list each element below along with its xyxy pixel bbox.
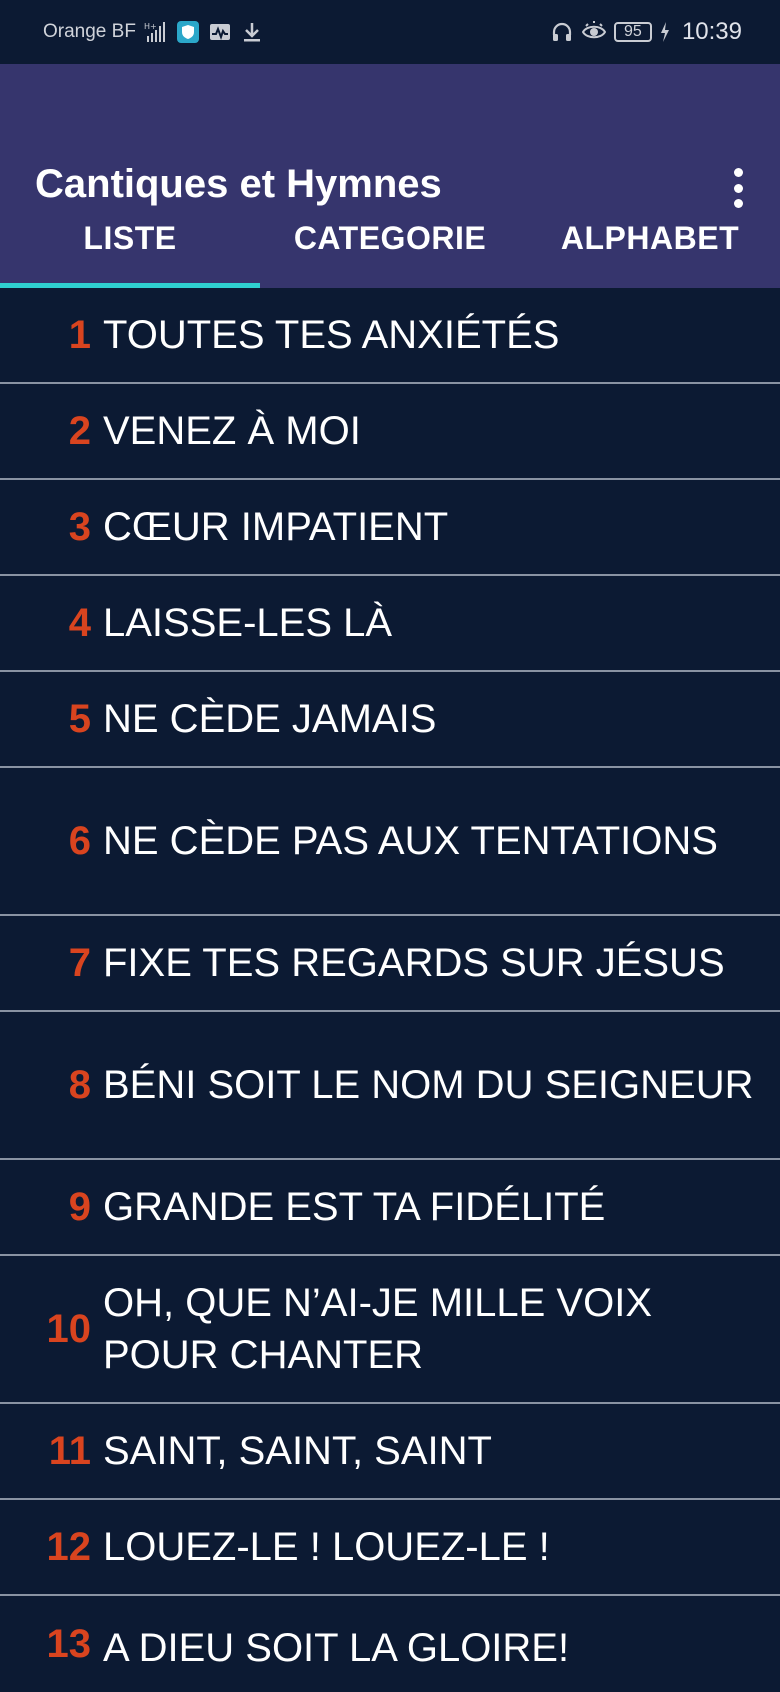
list-item[interactable]: 11 SAINT, SAINT, SAINT — [0, 1404, 780, 1500]
hymn-number: 2 — [68, 408, 91, 453]
hymn-number: 7 — [68, 940, 91, 985]
hymn-title: LOUEZ-LE ! LOUEZ-LE ! — [103, 1525, 550, 1569]
list-item[interactable]: 13 A DIEU SOIT LA GLOIRE! — [0, 1596, 780, 1692]
status-time: 10:39 — [681, 18, 742, 45]
hymn-title: SAINT, SAINT, SAINT — [103, 1429, 492, 1473]
hymn-number: 1 — [68, 312, 91, 357]
hymn-number: 8 — [68, 1062, 91, 1107]
status-bar: Orange BF H+ 95 10:39 — [0, 0, 780, 64]
eye-icon — [581, 21, 606, 39]
list-item[interactable]: 4 LAISSE-LES LÀ — [0, 576, 780, 672]
status-left: Orange BF H+ — [43, 20, 264, 44]
hymn-title: NE CÈDE PAS AUX TENTATIONS — [103, 819, 718, 863]
tab-bar: LISTE CATEGORIE ALPHABET — [0, 188, 780, 288]
download-icon — [243, 23, 260, 42]
hymn-number: 9 — [68, 1184, 91, 1229]
list-item[interactable]: 7 FIXE TES REGARDS SUR JÉSUS — [0, 916, 780, 1012]
hymn-title: BÉNI SOIT LE NOM DU SEIGNEUR — [103, 1063, 754, 1107]
hymn-title: LAISSE-LES LÀ — [103, 601, 393, 645]
tab-categorie[interactable]: CATEGORIE — [260, 188, 520, 288]
app-bar: Cantiques et Hymnes LISTE CATEGORIE ALPH… — [0, 64, 780, 288]
list-item[interactable]: 12 LOUEZ-LE ! LOUEZ-LE ! — [0, 1500, 780, 1596]
hymn-number: 6 — [68, 818, 91, 863]
carrier-name: Orange BF — [43, 21, 136, 42]
list-item[interactable]: 6 NE CÈDE PAS AUX TENTATIONS — [0, 768, 780, 916]
hymn-title: CŒUR IMPATIENT — [103, 505, 449, 549]
tab-liste[interactable]: LISTE — [0, 188, 260, 288]
shield-icon — [176, 21, 199, 43]
list-item[interactable]: 5 NE CÈDE JAMAIS — [0, 672, 780, 768]
activity-icon — [209, 24, 230, 40]
status-right: 95 10:39 — [550, 18, 742, 46]
hymn-title: TOUTES TES ANXIÉTÉS — [103, 313, 560, 357]
hymn-title: FIXE TES REGARDS SUR JÉSUS — [103, 941, 725, 985]
hymn-number: 5 — [68, 696, 91, 741]
hymn-number: 10 — [46, 1306, 92, 1351]
svg-text:H+: H+ — [144, 22, 157, 31]
hymn-title: A DIEU SOIT LA GLOIRE! — [103, 1626, 570, 1670]
battery-level: 95 — [624, 23, 642, 40]
hymn-title: NE CÈDE JAMAIS — [103, 697, 437, 741]
list-item[interactable]: 8 BÉNI SOIT LE NOM DU SEIGNEUR — [0, 1012, 780, 1160]
hymn-number: 4 — [68, 600, 91, 645]
hymn-title: VENEZ À MOI — [103, 409, 361, 453]
list-item[interactable]: 3 CŒUR IMPATIENT — [0, 480, 780, 576]
hymn-number: 12 — [46, 1524, 92, 1569]
hymn-number: 11 — [48, 1428, 91, 1473]
battery-indicator: 95 — [613, 22, 652, 42]
list-item[interactable]: 2 VENEZ À MOI — [0, 384, 780, 480]
hymn-number: 13 — [46, 1622, 92, 1666]
charging-icon — [660, 22, 669, 42]
list-item[interactable]: 10 OH, QUE N’AI-JE MILLE VOIX POUR CHANT… — [0, 1256, 780, 1404]
hymn-title: GRANDE EST TA FIDÉLITÉ — [103, 1185, 606, 1229]
headphones-icon — [552, 22, 572, 41]
list-item[interactable]: 1 TOUTES TES ANXIÉTÉS — [0, 288, 780, 384]
hymn-title: OH, QUE N’AI-JE MILLE VOIX POUR CHANTER — [103, 1281, 653, 1377]
list-item[interactable]: 9 GRANDE EST TA FIDÉLITÉ — [0, 1160, 780, 1256]
hymn-list: 1 TOUTES TES ANXIÉTÉS 2 VENEZ À MOI 3 CŒ… — [0, 288, 780, 1692]
hymn-number: 3 — [68, 504, 91, 549]
tab-alphabet[interactable]: ALPHABET — [520, 188, 780, 288]
signal-icon: H+ — [144, 22, 165, 42]
